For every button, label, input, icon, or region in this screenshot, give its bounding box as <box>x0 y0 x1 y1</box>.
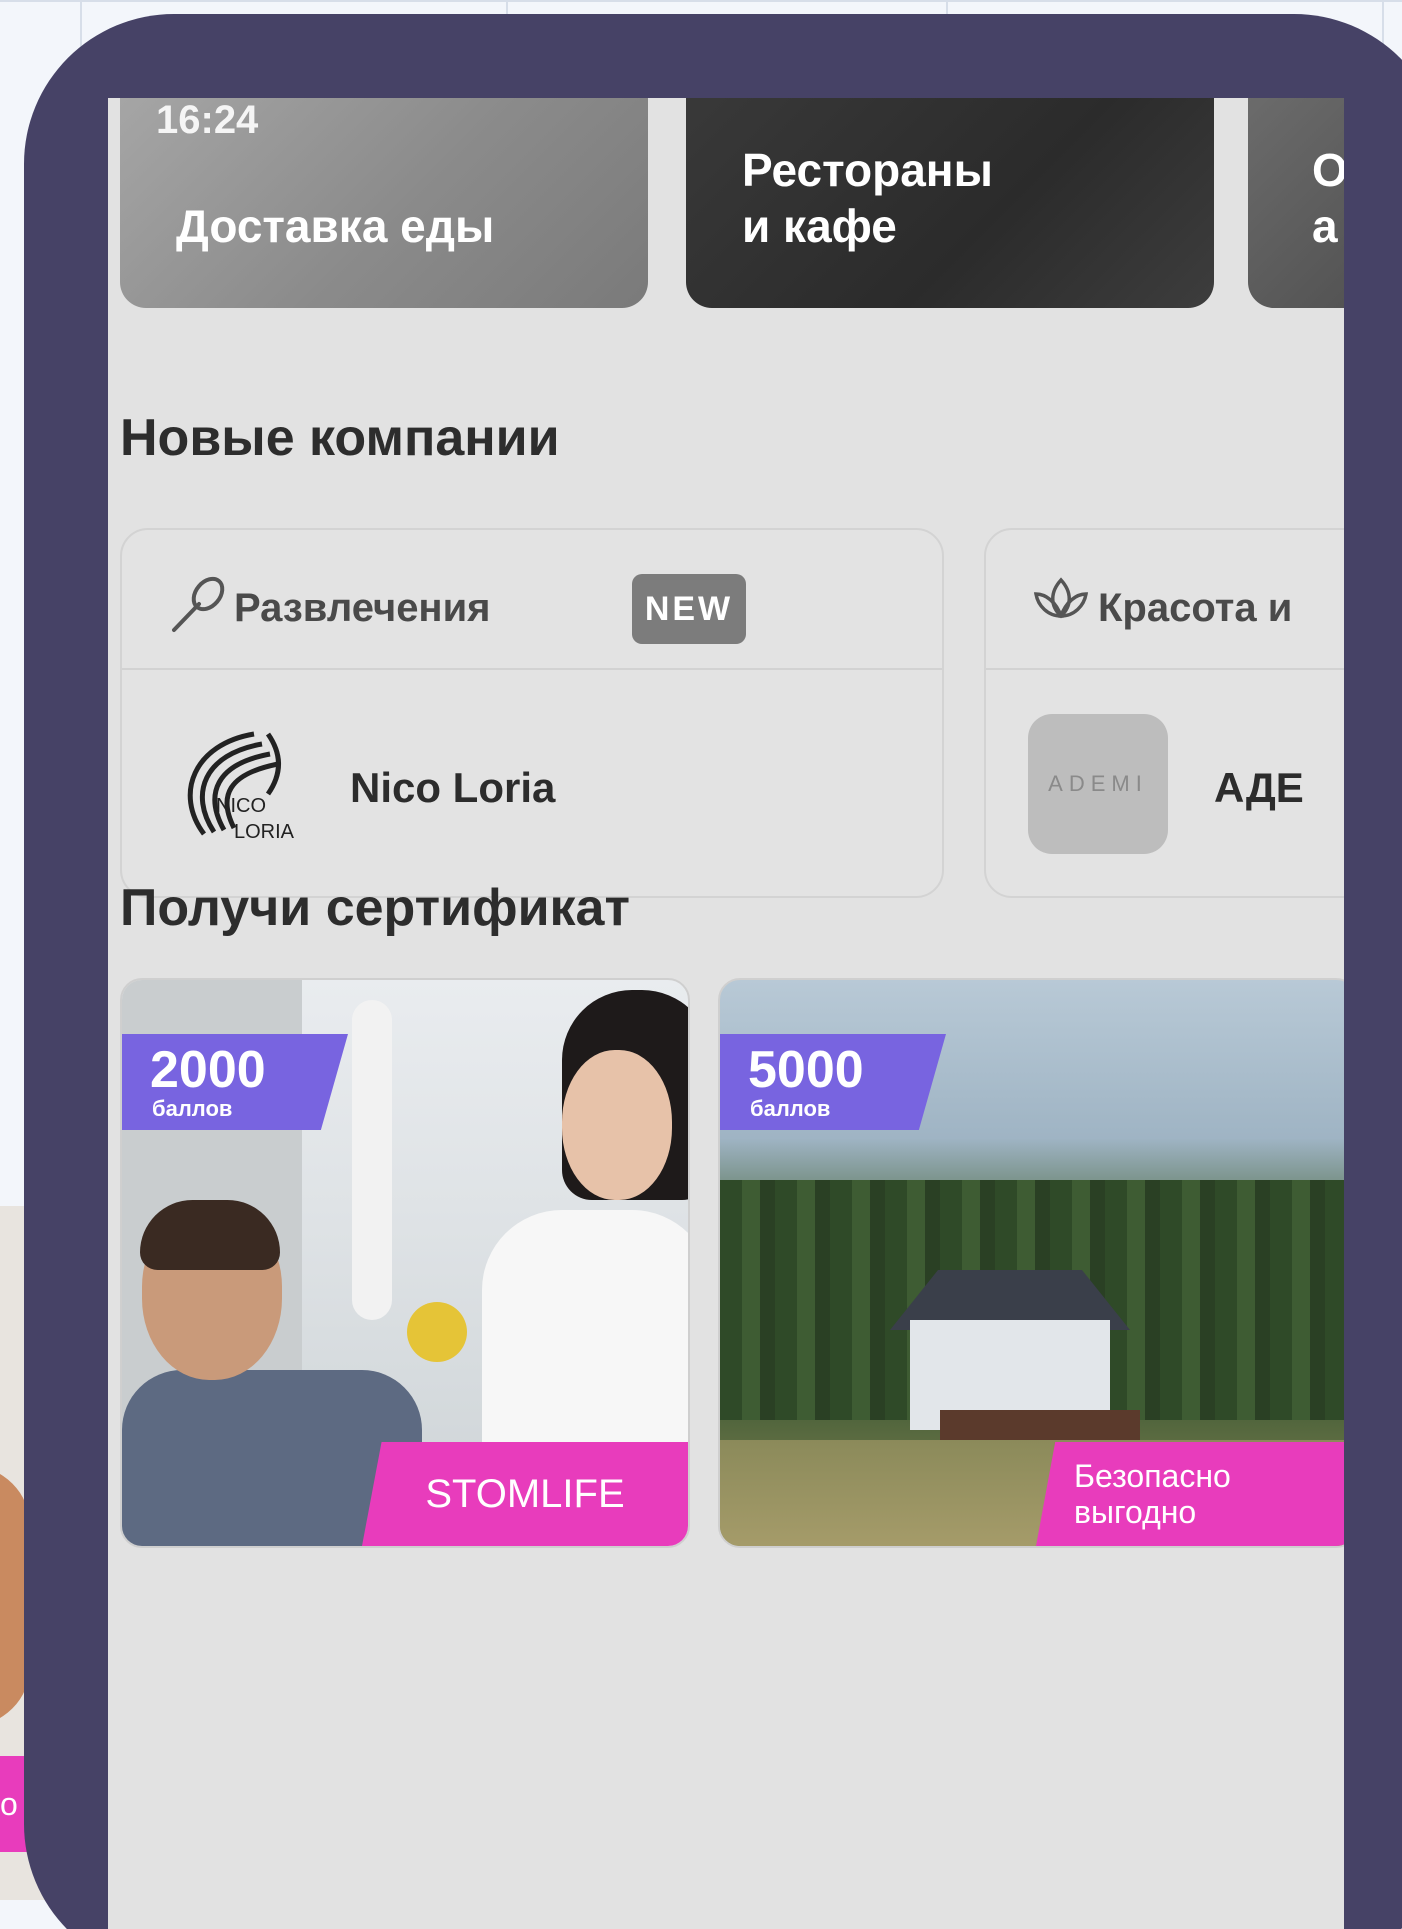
company-card-ademi[interactable]: Красота и ADEMI АДЕ <box>984 528 1344 898</box>
points-tag: 5000 баллов <box>720 1034 946 1130</box>
brand-tag: STOMLIFE <box>362 1442 688 1546</box>
company-card-header: Развлечения NEW <box>122 530 942 670</box>
category-label: Доставка еды <box>176 200 495 252</box>
certificate-card-nature[interactable]: 5000 баллов Безопасно выгодно <box>718 978 1344 1548</box>
svg-text:NICO: NICO <box>216 795 266 817</box>
points-unit: баллов <box>750 1096 831 1121</box>
patient-hair <box>140 1200 280 1270</box>
status-time: 16:24 <box>156 98 259 142</box>
lotus-icon <box>1033 577 1089 619</box>
company-name: АДЕ <box>1214 764 1304 811</box>
microphone-icon <box>172 576 225 632</box>
company-card-header: Красота и <box>986 530 1344 670</box>
ademi-logo: ADEMI <box>1028 714 1168 854</box>
brand-line: Безопасно <box>1074 1458 1231 1494</box>
section-title-certificates: Получи сертификат <box>120 879 630 937</box>
category-tile-restaurants[interactable]: Рестораны и кафе <box>686 98 1214 308</box>
apple-image <box>407 1302 467 1362</box>
brand-name: STOMLIFE <box>425 1471 625 1516</box>
category-label: Рестораны и кафе <box>742 144 993 252</box>
dental-lamp <box>352 1000 392 1320</box>
doctor-face <box>562 1050 672 1200</box>
category-tile-food-delivery[interactable]: 16:24 Доставка еды <box>120 98 648 308</box>
points-value: 5000 <box>748 1041 864 1099</box>
company-category: Красота и <box>1098 586 1293 630</box>
section-title-new-companies: Новые компании <box>120 409 560 467</box>
category-tile-other[interactable]: О а <box>1248 98 1344 308</box>
brand-tag: Безопасно выгодно <box>1036 1442 1344 1546</box>
points-unit: баллов <box>152 1096 233 1121</box>
company-name: Nico Loria <box>350 764 556 811</box>
company-card-nico-loria[interactable]: Развлечения NEW NICO LORIA Nico Loria <box>120 528 944 898</box>
background-grid-line <box>0 0 1402 2</box>
nico-loria-logo: NICO LORIA <box>187 731 295 843</box>
certificate-card-stomlife[interactable]: 2000 баллов STOMLIFE <box>120 978 690 1548</box>
brand-line: выгодно <box>1074 1494 1197 1530</box>
company-category: Развлечения <box>234 586 491 630</box>
app-screen: 16:24 Доставка еды Рестораны и кафе О а … <box>108 98 1344 1929</box>
points-tag: 2000 баллов <box>122 1034 348 1130</box>
svg-text:LORIA: LORIA <box>234 821 295 843</box>
new-badge: NEW <box>632 574 746 644</box>
category-label: О а <box>1312 144 1344 252</box>
points-value: 2000 <box>150 1041 266 1099</box>
